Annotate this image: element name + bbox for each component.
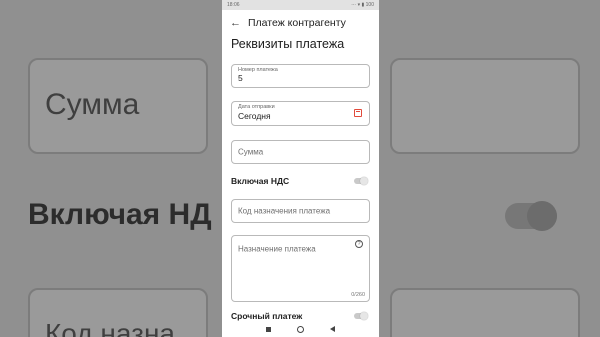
bg-code-card-right [390,288,580,337]
app-bar: ← Платеж контрагенту [222,10,379,36]
bg-code-label: Код назна [45,318,175,337]
system-nav-bar [222,321,379,337]
send-date-value: Сегодня [238,111,271,121]
purpose-code-field[interactable]: Код назначения платежа [231,199,370,223]
vat-toggle-label: Включая НДС [231,176,290,186]
status-icons: ⋯ ▾ ▮ 100 [351,2,374,8]
bg-amount-card-right [390,58,580,154]
payment-number-label: Номер платежа [238,67,278,73]
bg-amount-label: Сумма [45,88,140,121]
phone-screen: 18:06 ⋯ ▾ ▮ 100 ← Платеж контрагенту Рек… [222,0,379,337]
back-triangle-icon[interactable] [330,326,335,332]
section-title: Реквизиты платежа [231,37,345,51]
bg-vat-toggle [505,201,557,231]
status-time: 18:06 [227,2,240,8]
arrow-left-icon[interactable]: ← [230,17,248,29]
vat-toggle[interactable] [354,177,368,185]
payment-number-value: 5 [238,73,243,83]
status-bar: 18:06 ⋯ ▾ ▮ 100 [222,0,379,10]
purpose-textarea[interactable]: Назначение платежа ? 0/260 [231,235,370,302]
send-date-label: Дата отправки [238,104,275,110]
amount-field[interactable]: Сумма [231,140,370,164]
urgent-toggle[interactable] [354,312,368,320]
calendar-icon[interactable] [354,109,362,117]
amount-placeholder: Сумма [238,147,264,157]
app-bar-title: Платеж контрагенту [248,17,346,29]
purpose-placeholder: Назначение платежа [238,244,316,254]
bg-vat-label: Включая НД [28,198,212,231]
send-date-field[interactable]: Дата отправки Сегодня [231,101,370,126]
char-counter: 0/260 [351,292,365,298]
payment-number-field[interactable]: Номер платежа 5 [231,64,370,88]
info-icon[interactable]: ? [355,240,363,248]
urgent-toggle-label: Срочный платеж [231,311,303,321]
purpose-code-placeholder: Код назначения платежа [238,206,331,216]
home-icon[interactable] [297,325,304,333]
recents-icon[interactable] [266,326,271,332]
